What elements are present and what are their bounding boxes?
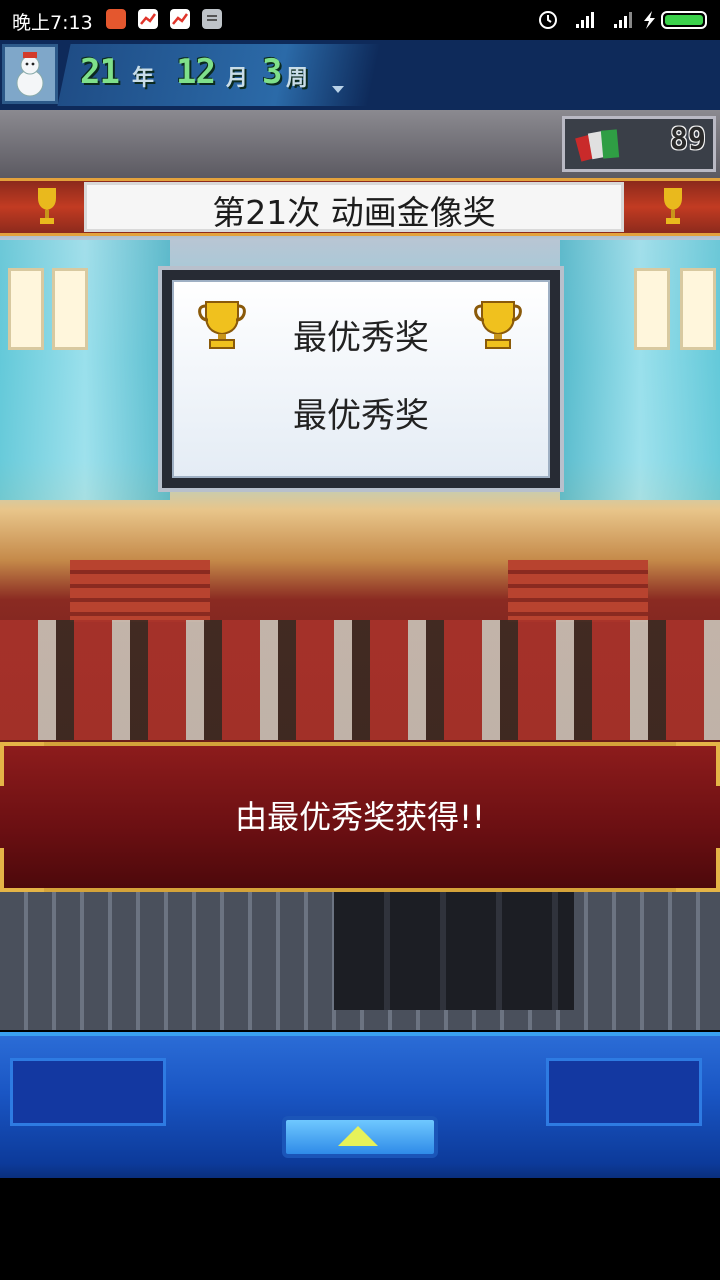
- trophy-icon: [38, 188, 56, 224]
- dialog-corner-ornament: [676, 742, 720, 786]
- signal-icon: [576, 12, 594, 28]
- status-bar: 晚上7:13: [0, 0, 720, 40]
- lamp: [680, 268, 716, 350]
- battery-icon: [661, 11, 707, 29]
- status-indicators: [539, 11, 707, 29]
- dialog-corner-ornament: [0, 848, 44, 892]
- alarm-icon: [539, 11, 557, 29]
- lamp: [52, 268, 88, 350]
- notification-chart-icon: [138, 9, 158, 29]
- stage-stairs-left: [70, 560, 210, 622]
- notification-chart-icon-2: [170, 9, 190, 29]
- month-unit: 月: [226, 66, 249, 91]
- money-stack-icon: [575, 129, 620, 162]
- snowman-avatar-icon[interactable]: [2, 44, 58, 104]
- clock: 晚上7:13: [12, 12, 93, 34]
- lamp: [634, 268, 670, 350]
- menu-slot-left[interactable]: [10, 1058, 166, 1126]
- menu-slot-right[interactable]: [546, 1058, 702, 1126]
- lamp: [8, 268, 44, 350]
- stage-stairs-right: [508, 560, 648, 622]
- year-number: 21: [80, 52, 120, 92]
- dialog-corner-ornament: [676, 848, 720, 892]
- month-number: 12: [176, 52, 216, 92]
- year-unit: 年: [132, 66, 155, 91]
- signal-icon-2: [614, 12, 632, 28]
- money-value: 89: [669, 122, 706, 157]
- chevron-up-icon: [338, 1126, 378, 1146]
- dialog-corner-ornament: [0, 742, 44, 786]
- server-racks: [334, 890, 574, 1010]
- award-category: 最优秀奖: [293, 318, 429, 358]
- audience-seats: [0, 620, 720, 740]
- notification-app-icon: [106, 9, 126, 29]
- dialog-message: 由最优秀奖获得!!: [235, 798, 485, 836]
- chevron-down-icon[interactable]: [332, 86, 344, 93]
- notification-message-icon: [202, 9, 222, 29]
- week-unit: 周: [286, 66, 309, 91]
- award-title: 第21次 动画金像奖: [212, 193, 496, 232]
- charging-icon: [644, 11, 655, 29]
- award-winner: 最优秀奖: [293, 396, 429, 436]
- week-number: 3: [262, 52, 283, 92]
- trophy-icon-right: [664, 188, 682, 224]
